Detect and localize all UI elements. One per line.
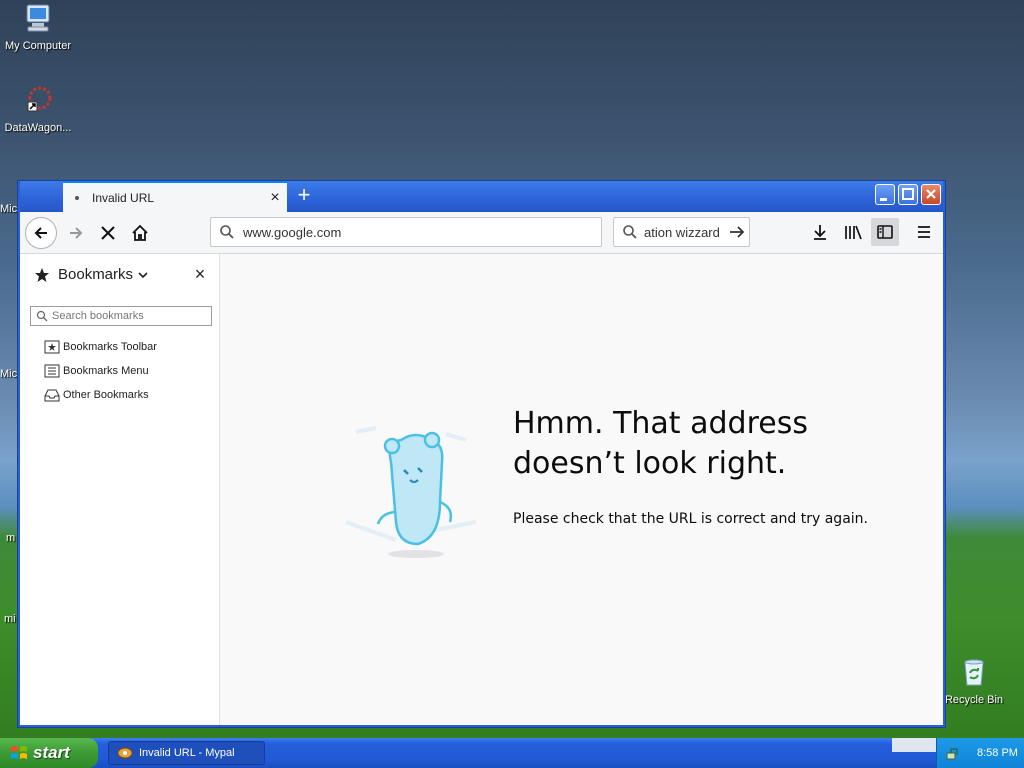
sidebar-close-button[interactable]: ×: [190, 264, 210, 285]
tab-close-button[interactable]: ×: [263, 189, 287, 207]
back-arrow-icon: [34, 227, 47, 239]
home-icon: [132, 224, 148, 241]
sidebar-item-bookmarks-menu[interactable]: Bookmarks Menu: [44, 364, 149, 378]
tab-invalid-url[interactable]: Invalid URL ×: [63, 181, 287, 212]
sidebar-item-label: Bookmarks Toolbar: [63, 341, 157, 353]
bookmarks-toolbar-icon: [44, 340, 60, 354]
library-button[interactable]: [839, 218, 867, 246]
bookmarks-sidebar: Bookmarks × Bookmarks Toolbar Bookmarks …: [20, 254, 220, 725]
mypal-browser-icon: [117, 747, 133, 759]
desktop-icon-datawagon[interactable]: DataWagon...: [0, 84, 76, 134]
sidebar-item-label: Other Bookmarks: [63, 389, 149, 401]
error-description: Please check that the URL is correct and…: [513, 511, 868, 527]
browser-window: Invalid URL × + www.google.com ation wiz…: [18, 181, 945, 727]
nav-toolbar: [20, 212, 943, 254]
taskbar-item-browser[interactable]: Invalid URL - Mypal: [108, 741, 265, 765]
hamburger-menu-icon: [918, 226, 930, 238]
bookmarks-search-field[interactable]: [30, 306, 212, 326]
start-button[interactable]: start: [0, 738, 98, 768]
search-bar[interactable]: [613, 217, 750, 247]
bookmarks-search-input[interactable]: [52, 310, 202, 322]
desktop-partial-label: mi: [4, 613, 16, 625]
other-bookmarks-icon: [44, 388, 60, 402]
sidebar-toggle-button[interactable]: [871, 218, 899, 246]
search-go-arrow-icon[interactable]: [728, 224, 746, 240]
search-input[interactable]: [644, 224, 728, 240]
recycle-bin-icon: [964, 659, 984, 686]
taskbar-item-label: Invalid URL - Mypal: [139, 747, 235, 759]
tab-title: Invalid URL: [92, 190, 155, 205]
search-icon: [220, 225, 234, 239]
chevron-down-icon: [138, 271, 148, 278]
maximize-icon: [902, 188, 914, 200]
datawagon-icon: [27, 86, 52, 112]
search-icon: [36, 310, 48, 322]
start-label: start: [33, 743, 70, 762]
tab-bar: Invalid URL × +: [20, 181, 943, 212]
desktop-icon-label: DataWagon...: [4, 122, 72, 134]
menu-button[interactable]: [910, 218, 938, 246]
tray-input-indicator[interactable]: [892, 738, 942, 752]
bookmarks-menu-icon: [44, 364, 60, 378]
stop-button[interactable]: [92, 217, 124, 249]
desktop-icon-label: My Computer: [4, 40, 72, 52]
desktop-icon-recycle-bin[interactable]: Recycle Bin: [936, 656, 1012, 706]
download-icon: [814, 225, 826, 240]
desktop-partial-label: m: [6, 532, 16, 544]
sidebar-item-label: Bookmarks Menu: [63, 365, 149, 377]
tab-loading-icon: [75, 195, 79, 200]
taskbar: start Invalid URL - Mypal 8:58 PM: [0, 738, 1024, 768]
search-icon: [623, 225, 637, 239]
error-page: Hmm. That address doesn’t look right. Pl…: [221, 254, 943, 725]
url-input[interactable]: [243, 224, 583, 240]
sidebar-header[interactable]: Bookmarks: [34, 266, 149, 283]
error-title: Hmm. That address doesn’t look right.: [513, 406, 808, 481]
desktop-partial-label: Mic: [0, 368, 18, 380]
system-tray: 8:58 PM: [936, 738, 1024, 768]
desktop-icon-my-computer[interactable]: My Computer: [0, 2, 76, 52]
maximize-button[interactable]: [898, 184, 918, 205]
sidebar-item-other-bookmarks[interactable]: Other Bookmarks: [44, 388, 149, 402]
error-mascot-illustration: [345, 426, 477, 558]
downloads-button[interactable]: [806, 218, 834, 246]
star-icon: [35, 267, 49, 282]
library-icon: [845, 225, 862, 240]
network-icon[interactable]: [945, 745, 961, 761]
clock: 8:58 PM: [977, 747, 1018, 759]
desktop-partial-label: Mic: [0, 203, 18, 215]
forward-button[interactable]: [60, 217, 92, 249]
new-tab-button[interactable]: +: [292, 184, 316, 208]
my-computer-icon: [26, 4, 50, 32]
minimize-button[interactable]: [875, 184, 895, 205]
back-button[interactable]: [25, 217, 57, 249]
sidebar-icon: [877, 225, 893, 239]
minimize-icon: [880, 198, 887, 201]
sidebar-title: Bookmarks: [58, 266, 134, 283]
close-window-button[interactable]: [921, 184, 941, 205]
home-button[interactable]: [124, 217, 156, 249]
forward-arrow-icon: [70, 227, 83, 239]
url-bar[interactable]: [210, 217, 602, 247]
close-icon: [926, 189, 936, 199]
sidebar-item-bookmarks-toolbar[interactable]: Bookmarks Toolbar: [44, 340, 157, 354]
stop-icon: [101, 226, 115, 240]
desktop-icon-label: Recycle Bin: [944, 694, 1004, 706]
windows-flag-icon: [11, 746, 27, 759]
